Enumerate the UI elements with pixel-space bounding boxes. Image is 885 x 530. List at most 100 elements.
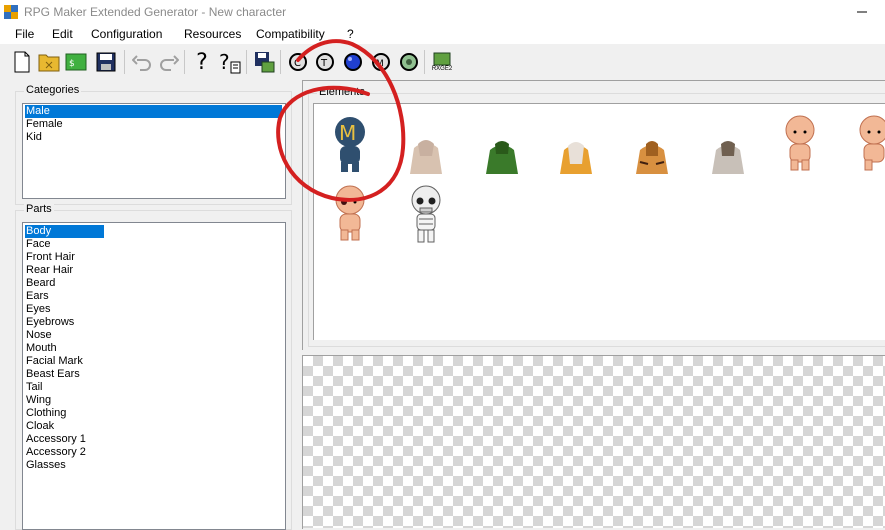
menu-file[interactable]: File xyxy=(15,27,34,41)
part-item-glasses[interactable]: Glasses xyxy=(25,459,66,472)
part-item-rear-hair[interactable]: Rear Hair xyxy=(25,264,73,277)
compass-icon xyxy=(400,53,418,71)
part-item-body[interactable]: Body xyxy=(25,225,104,238)
blue-orb-icon xyxy=(344,53,362,71)
minimize-button[interactable] xyxy=(839,0,885,24)
undo-icon xyxy=(132,55,151,71)
part-item-front-hair[interactable]: Front Hair xyxy=(25,251,75,264)
toolbar-separator xyxy=(424,50,425,74)
new-file-icon xyxy=(14,51,30,73)
bald-body-icon xyxy=(859,115,885,171)
category-item-kid[interactable]: Kid xyxy=(25,131,42,144)
window-title: RPG Maker Extended Generator - New chara… xyxy=(24,5,287,19)
male-placeholder-icon: M xyxy=(335,117,365,172)
element-skeleton-body[interactable] xyxy=(402,182,450,243)
app-icon xyxy=(4,5,18,19)
help-icon: ? xyxy=(196,49,208,75)
skeleton-body-icon xyxy=(411,185,441,243)
category-item-male[interactable]: Male xyxy=(25,105,282,118)
part-item-wing[interactable]: Wing xyxy=(25,394,51,407)
rxge2-button[interactable]: RXGE2 xyxy=(430,50,454,74)
svg-text:C: C xyxy=(294,58,301,69)
parts-label: Parts xyxy=(24,203,54,215)
menu-help[interactable]: ? xyxy=(347,27,354,41)
elements-label: Elements xyxy=(317,86,367,98)
element-grey-torso[interactable] xyxy=(704,134,752,190)
element-bald-body-3[interactable] xyxy=(326,182,374,241)
help-topic-button[interactable]: ? xyxy=(218,50,242,74)
menu-resources[interactable]: Resources xyxy=(184,27,241,41)
t-button[interactable]: T xyxy=(313,50,337,74)
orange-white-torso-icon xyxy=(560,142,592,174)
redo-icon xyxy=(160,55,179,71)
compass-button[interactable] xyxy=(397,50,421,74)
part-item-tail[interactable]: Tail xyxy=(25,381,43,394)
menu-compatibility[interactable]: Compatibility xyxy=(256,27,325,41)
orb-button[interactable] xyxy=(341,50,365,74)
part-item-ears[interactable]: Ears xyxy=(25,290,49,303)
c-badge-icon: C xyxy=(289,53,307,71)
menu-bar: File Edit Configuration Resources Compat… xyxy=(0,24,885,44)
green-torso-icon xyxy=(486,141,518,174)
part-item-accessory-2[interactable]: Accessory 2 xyxy=(25,446,86,459)
new-file-button[interactable] xyxy=(10,50,34,74)
export-button[interactable] xyxy=(252,50,276,74)
svg-text:T: T xyxy=(320,58,328,69)
m-badge-icon: M xyxy=(372,53,390,71)
part-item-cloak[interactable]: Cloak xyxy=(25,420,54,433)
help-topic-icon: ? xyxy=(219,50,241,74)
preview-canvas[interactable] xyxy=(303,356,885,528)
random-button[interactable]: $ xyxy=(64,50,88,74)
bald-body-icon xyxy=(785,115,815,171)
part-item-beast-ears[interactable]: Beast Ears xyxy=(25,368,80,381)
element-tiger-torso[interactable] xyxy=(628,134,676,190)
categories-label: Categories xyxy=(24,84,82,96)
element-male-placeholder[interactable]: M xyxy=(326,112,374,172)
element-orange-white-torso[interactable] xyxy=(552,134,600,190)
part-item-face[interactable]: Face xyxy=(25,238,50,251)
toolbar-separator xyxy=(184,50,185,74)
part-item-facial-mark[interactable]: Facial Mark xyxy=(25,355,83,368)
svg-text:M: M xyxy=(376,59,384,69)
grey-torso-icon xyxy=(712,141,744,174)
toolbar-separator xyxy=(280,50,281,74)
rxge2-icon xyxy=(433,52,451,65)
open-folder-icon xyxy=(38,54,60,72)
part-item-beard[interactable]: Beard xyxy=(25,277,55,290)
vertical-splitter[interactable] xyxy=(296,80,301,528)
part-item-eyes[interactable]: Eyes xyxy=(25,303,50,316)
undo-button[interactable] xyxy=(130,50,154,74)
part-item-accessory-1[interactable]: Accessory 1 xyxy=(25,433,86,446)
redo-button[interactable] xyxy=(157,50,181,74)
elements-grid: M xyxy=(313,103,885,340)
svg-text:?: ? xyxy=(219,50,230,74)
menu-configuration[interactable]: Configuration xyxy=(91,27,162,41)
part-item-clothing[interactable]: Clothing xyxy=(25,407,66,420)
title-bar: RPG Maker Extended Generator - New chara… xyxy=(0,0,885,24)
export-icon xyxy=(255,52,275,73)
beige-torso-icon xyxy=(410,140,442,174)
help-button[interactable]: ? xyxy=(190,49,214,75)
save-button[interactable] xyxy=(94,50,118,74)
menu-edit[interactable]: Edit xyxy=(52,27,73,41)
part-item-nose[interactable]: Nose xyxy=(25,329,52,342)
random-icon: $ xyxy=(65,53,87,71)
element-bald-body-2[interactable] xyxy=(850,112,885,171)
element-green-torso[interactable] xyxy=(478,134,526,190)
toolbar: $ ? ? C T M RXGE2 xyxy=(0,46,885,78)
placeholder-letter: M xyxy=(339,121,356,145)
svg-text:$: $ xyxy=(69,59,75,69)
c-button[interactable]: C xyxy=(286,50,310,74)
part-item-mouth[interactable]: Mouth xyxy=(25,342,57,355)
bald-body-icon xyxy=(335,185,365,241)
toolbar-separator xyxy=(246,50,247,74)
element-bald-body-1[interactable] xyxy=(776,112,824,171)
m-button[interactable]: M xyxy=(369,50,393,74)
part-item-eyebrows[interactable]: Eyebrows xyxy=(25,316,74,329)
categories-list[interactable]: Male Female Kid xyxy=(22,103,286,199)
category-item-female[interactable]: Female xyxy=(25,118,63,131)
parts-list[interactable]: Body Face Front Hair Rear Hair Beard Ear… xyxy=(22,222,286,530)
rxge2-label: RXGE2 xyxy=(431,65,453,72)
minimize-icon xyxy=(857,11,867,13)
open-button[interactable] xyxy=(37,50,61,74)
